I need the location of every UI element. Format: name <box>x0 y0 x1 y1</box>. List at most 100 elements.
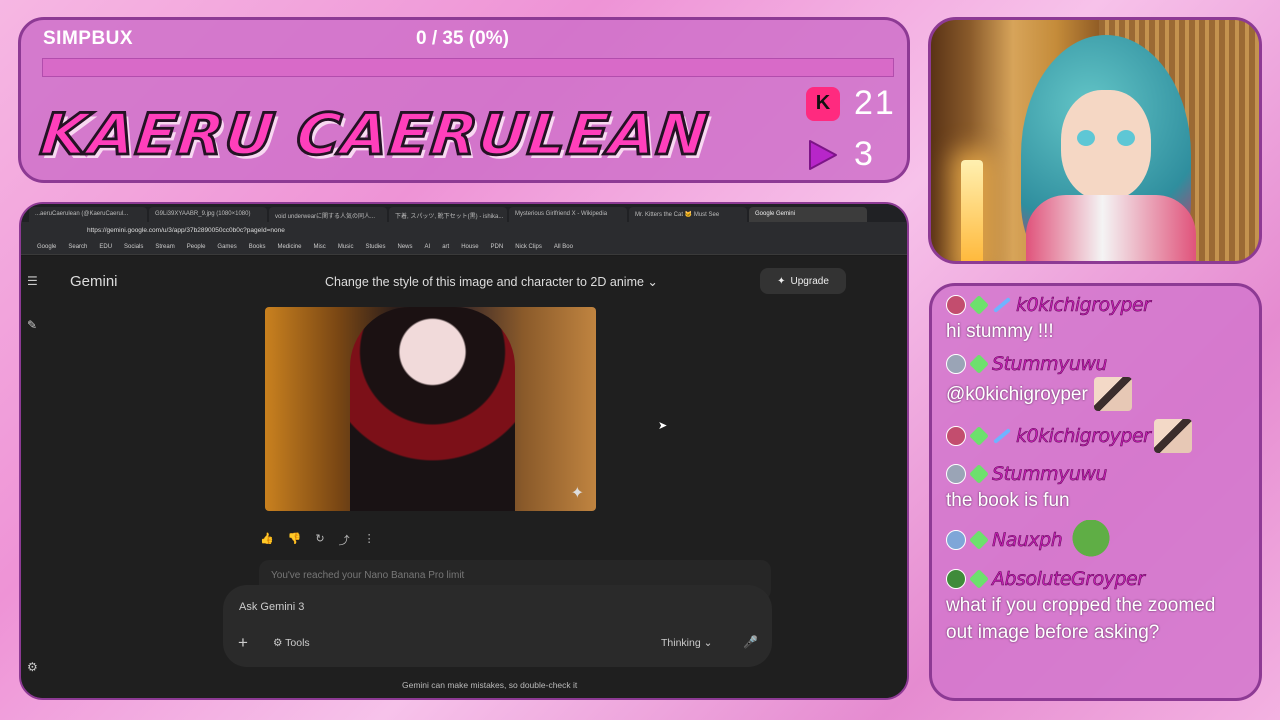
address-bar[interactable]: https://gemini.google.com/u/3/app/37b289… <box>21 222 907 239</box>
browser-tab[interactable]: 下着, スパッツ, 靴下セット(黒) - ishika... <box>389 207 507 222</box>
bookmark-item[interactable]: EDU <box>99 244 112 250</box>
stat-play: 3 <box>806 135 875 174</box>
chat-username: Nauxph <box>992 529 1063 552</box>
simpbux-panel: SIMPBUX 0 / 35 (0%) KAERU CAERULEAN K 21… <box>18 17 910 183</box>
chat-username: k0kichigroyper <box>1016 294 1151 317</box>
add-icon[interactable]: + <box>238 633 248 653</box>
sword-badge-icon <box>993 428 1011 444</box>
share-icon[interactable]: ⤴ <box>339 532 350 548</box>
bookmark-item[interactable]: People <box>187 244 206 250</box>
diamond-badge-icon <box>969 569 989 589</box>
tools-icon: ⚙ <box>273 637 283 649</box>
play-icon <box>806 138 840 172</box>
bookmark-item[interactable]: All Boo <box>554 244 573 250</box>
chat-text: the book is fun <box>946 490 1070 511</box>
bookmark-item[interactable]: Socials <box>124 244 143 250</box>
mouse-cursor-icon: ➤ <box>658 420 668 432</box>
pepe-emote-icon <box>1066 520 1117 560</box>
diamond-badge-icon <box>969 530 989 550</box>
chat-text: hi stummy !!! <box>946 321 1054 342</box>
tools-button[interactable]: ⚙ Tools <box>273 637 310 649</box>
new-chat-icon[interactable]: ✎ <box>27 318 37 332</box>
tools-label: Tools <box>285 637 310 649</box>
bookmark-item[interactable]: PDN <box>491 244 504 250</box>
chevron-down-icon: ⌄ <box>703 637 713 649</box>
prompt-box[interactable]: Ask Gemini 3 + ⚙ Tools Thinking ⌄ 🎤 <box>223 585 772 667</box>
browser-tab[interactable]: Mr. Kitters the Cat 🐱 Must See <box>629 207 747 222</box>
avatar-face <box>1061 90 1151 200</box>
browser-tab[interactable]: void underwearに関する人気の同人... <box>269 207 387 222</box>
bookmark-item[interactable]: News <box>398 244 413 250</box>
diamond-badge-icon <box>969 354 989 374</box>
conversation-title-dropdown[interactable]: Change the style of this image and chara… <box>325 274 658 289</box>
microphone-icon[interactable]: 🎤 <box>743 635 758 649</box>
bookmark-item[interactable]: House <box>461 244 478 250</box>
user-avatar-icon <box>946 354 966 374</box>
chat-text: @k0kichigroyper <box>946 383 1088 405</box>
anime-emote-icon <box>1093 377 1132 411</box>
chat-username: Stummyuwu <box>992 463 1108 486</box>
anime-emote-icon <box>1154 419 1193 453</box>
upgrade-button[interactable]: ✦ Upgrade <box>760 268 846 294</box>
play-count: 3 <box>854 135 875 173</box>
avatar-eye-right <box>1117 130 1135 146</box>
bookmark-item[interactable]: Music <box>338 244 354 250</box>
browser-tab-active[interactable]: Google Gemini <box>749 207 867 222</box>
tab-bar: ...aeruCaerulean (@KaeruCaerul... G9Li39… <box>21 204 907 222</box>
app-title: Gemini <box>70 273 118 290</box>
bookmark-item[interactable]: Google <box>37 244 56 250</box>
bookmarks-bar: Google Search EDU Socials Stream People … <box>21 239 907 255</box>
kick-count: 21 <box>854 84 896 122</box>
streamer-name-logo: KAERU CAERULEAN <box>36 100 713 169</box>
bookmark-item[interactable]: Books <box>249 244 266 250</box>
avatar-eye-left <box>1077 130 1095 146</box>
avatar-hoodie <box>1026 195 1196 261</box>
bookmark-item[interactable]: Search <box>68 244 87 250</box>
chat-message: k0kichigroyper hi stummy !!! <box>946 292 1245 345</box>
mode-selector[interactable]: Thinking ⌄ <box>661 637 712 649</box>
simpbux-progress-text: 0 / 35 (0%) <box>416 28 509 49</box>
browser-tab[interactable]: Mysterious Girlfriend X - Wikipedia <box>509 207 627 222</box>
more-options-icon[interactable]: ⋮ <box>364 532 375 548</box>
sparkle-icon: ✦ <box>570 485 584 502</box>
stat-kick-followers: K 21 <box>806 84 896 123</box>
user-avatar-icon <box>946 295 966 315</box>
side-rail: ☰ ✎ ⚙ <box>21 256 47 698</box>
sword-badge-icon <box>993 297 1011 313</box>
menu-icon[interactable]: ☰ <box>27 274 38 288</box>
thumbs-down-icon[interactable]: 👎 <box>288 532 302 548</box>
chevron-down-icon: ⌄ <box>647 275 658 289</box>
browser-window: ...aeruCaerulean (@KaeruCaerul... G9Li39… <box>19 202 909 700</box>
generated-image[interactable]: ✦ <box>265 307 596 511</box>
settings-gear-icon[interactable]: ⚙ <box>27 660 38 674</box>
diamond-badge-icon <box>969 426 989 446</box>
upgrade-label: Upgrade <box>790 275 829 287</box>
bookmark-item[interactable]: Games <box>217 244 236 250</box>
browser-tab[interactable]: G9Li39XYAABR_9.jpg (1080×1080) <box>149 207 267 222</box>
browser-tab[interactable]: ...aeruCaerulean (@KaeruCaerul... <box>29 207 147 222</box>
chat-username: Stummyuwu <box>992 353 1108 376</box>
kick-icon: K <box>806 86 840 121</box>
diamond-badge-icon <box>969 464 989 484</box>
sparkle-icon: ✦ <box>777 275 786 287</box>
regenerate-icon[interactable]: ↻ <box>315 532 324 548</box>
thumbs-up-icon[interactable]: 👍 <box>260 532 274 548</box>
chat-message: Nauxph <box>946 520 1245 560</box>
bookmark-item[interactable]: Misc <box>313 244 325 250</box>
gemini-app: ☰ ✎ ⚙ Gemini Change the style of this im… <box>21 256 907 698</box>
bookmark-item[interactable]: Nick Clips <box>515 244 542 250</box>
simpbux-progress-bar <box>42 58 894 77</box>
diamond-badge-icon <box>969 295 989 315</box>
user-avatar-icon <box>946 569 966 589</box>
chat-message: AbsoluteGroyper what if you cropped the … <box>946 566 1245 646</box>
prompt-input[interactable]: Ask Gemini 3 <box>239 601 304 613</box>
user-avatar-icon <box>946 464 966 484</box>
bookmark-item[interactable]: art <box>442 244 449 250</box>
lamp <box>961 160 983 261</box>
bookmark-item[interactable]: Stream <box>155 244 174 250</box>
bookmark-item[interactable]: Medicine <box>277 244 301 250</box>
bookmark-item[interactable]: AI <box>425 244 431 250</box>
vtuber-webcam <box>928 17 1262 264</box>
bookmark-item[interactable]: Studies <box>365 244 385 250</box>
chat-message: k0kichigroyper <box>946 417 1245 455</box>
